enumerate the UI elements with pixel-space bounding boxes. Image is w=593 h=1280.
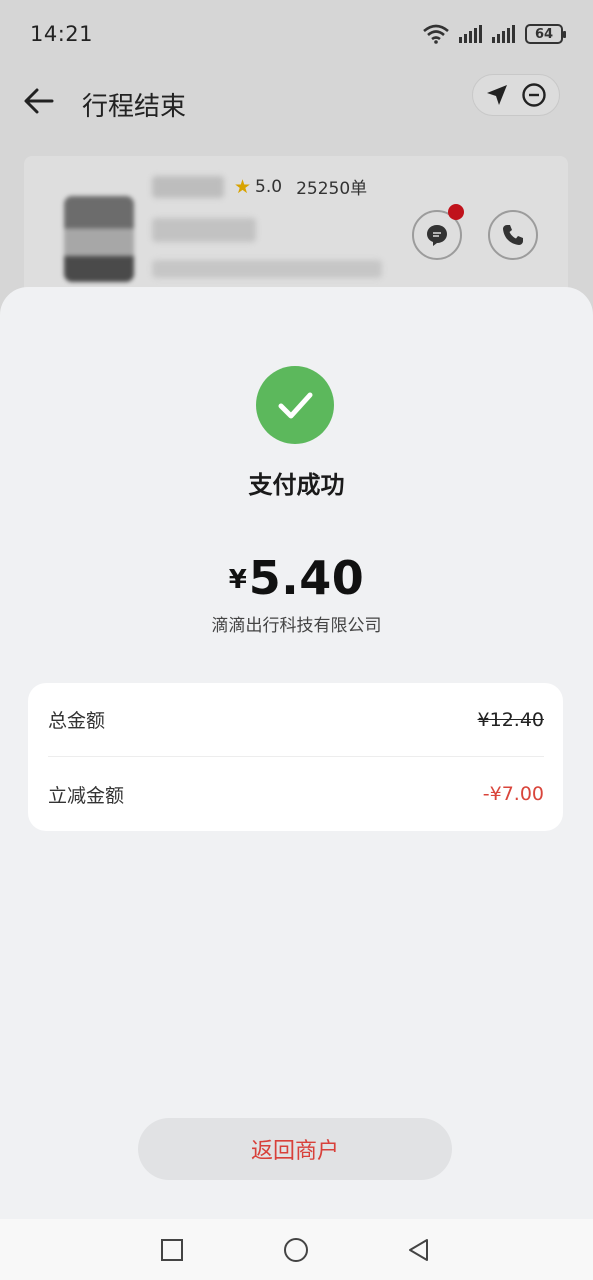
signal-icon-2: [492, 25, 515, 43]
back-triangle-icon[interactable]: [406, 1237, 432, 1263]
nav-actions: [472, 74, 560, 116]
battery-level: 64: [534, 26, 554, 42]
star-icon: ★: [234, 175, 252, 198]
discount-label: 立减金额: [48, 784, 125, 807]
paid-amount: ¥5.40: [0, 551, 593, 605]
currency-symbol: ¥: [228, 565, 247, 595]
total-amount-value: ¥12.40: [477, 708, 544, 731]
amount-value: 5.40: [248, 551, 365, 605]
success-check-icon: [256, 366, 334, 444]
amount-detail-card: 总金额 ¥12.40 立减金额 -¥7.00: [28, 683, 563, 831]
driver-rating-row: ★ 5.0 25250单: [234, 174, 368, 200]
total-amount-row: 总金额 ¥12.40: [48, 683, 544, 757]
battery-icon: 64: [525, 24, 566, 44]
recent-apps-icon[interactable]: [159, 1237, 185, 1263]
status-bar: 14:21 64: [0, 0, 593, 68]
driver-rating: 5.0: [255, 176, 283, 197]
message-driver-button[interactable]: [412, 204, 464, 260]
payment-result-sheet: 支付成功 ¥5.40 滴滴出行科技有限公司 总金额 ¥12.40 立减金额 -¥…: [0, 287, 593, 1219]
phone-icon: [503, 225, 523, 245]
status-icons: 64: [423, 24, 566, 44]
signal-icon: [459, 25, 482, 43]
wifi-icon: [423, 24, 449, 44]
license-plate-blurred: [152, 218, 256, 242]
home-circle-icon[interactable]: [283, 1237, 309, 1263]
return-to-merchant-button[interactable]: 返回商户: [138, 1118, 452, 1180]
unread-dot: [448, 204, 464, 220]
arrow-left-icon[interactable]: [22, 84, 56, 118]
driver-name-blurred: [152, 176, 224, 198]
driver-card: ★ 5.0 25250单: [24, 156, 568, 306]
system-nav-bar: [0, 1219, 593, 1280]
discount-row: 立减金额 -¥7.00: [48, 757, 544, 831]
call-driver-button[interactable]: [488, 210, 538, 260]
driver-order-count: 25250单: [296, 179, 368, 199]
total-amount-label: 总金额: [48, 710, 106, 732]
page-title: 行程结束: [82, 92, 187, 122]
navigate-arrow-icon[interactable]: [485, 83, 509, 107]
discount-value: -¥7.00: [482, 783, 544, 805]
top-nav-bar: 行程结束: [0, 68, 593, 134]
driver-avatar: [64, 196, 134, 282]
car-info-blurred: [152, 260, 382, 278]
merchant-name: 滴滴出行科技有限公司: [211, 616, 382, 636]
status-time: 14:21: [30, 22, 94, 46]
payment-status: 支付成功: [248, 471, 345, 499]
minus-circle-icon[interactable]: [521, 82, 547, 108]
chat-bubble-icon: [427, 225, 447, 246]
